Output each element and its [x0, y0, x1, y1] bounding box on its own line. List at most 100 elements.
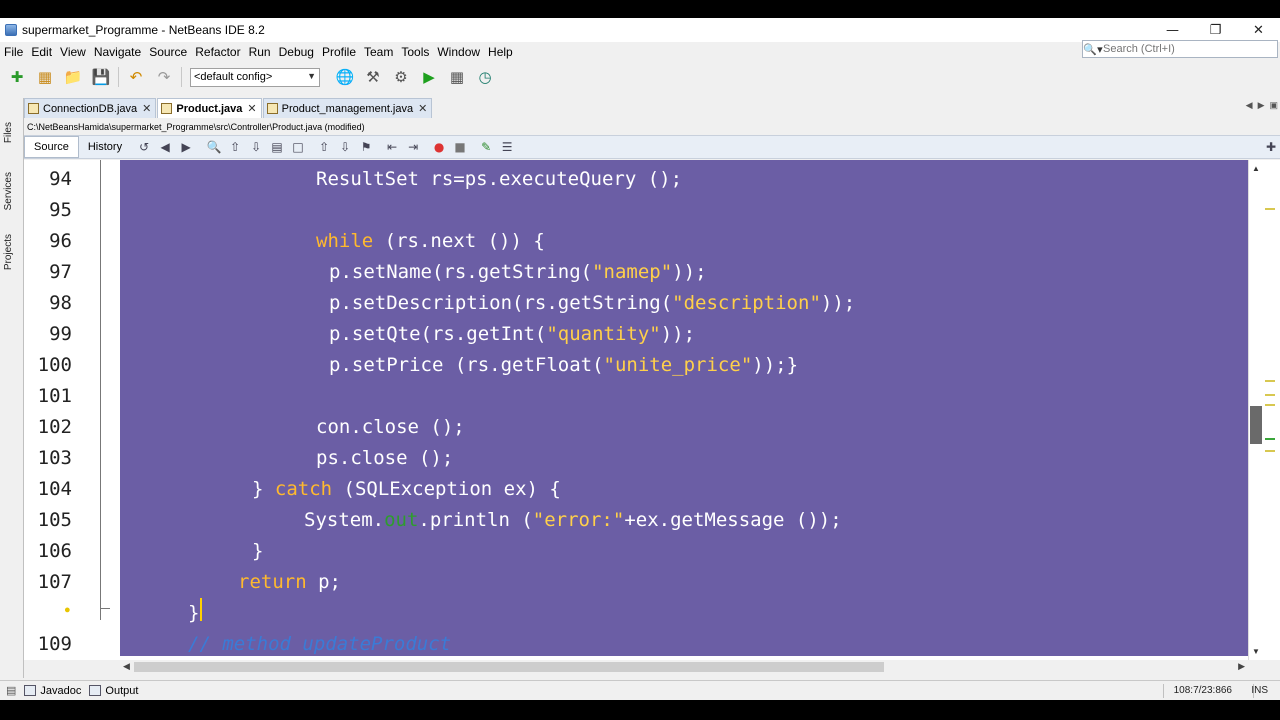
tab-left-icon[interactable]: ◀	[1246, 100, 1253, 111]
screen-top-border	[0, 0, 1280, 18]
menu-view[interactable]: View	[56, 45, 90, 59]
stop-macro-icon[interactable]: ■	[452, 139, 468, 155]
shift-left-icon[interactable]: ⇤	[384, 139, 400, 155]
line-number: 100	[37, 354, 72, 376]
tab-right-icon[interactable]: ▶	[1258, 100, 1265, 111]
toggle-rect-selection-icon[interactable]: □	[290, 139, 306, 155]
code-fold-guide	[100, 160, 101, 620]
status-separator	[1163, 683, 1164, 698]
code-editor[interactable]: 94 95 96 97 98 99 100 101 102 103 104 10…	[24, 160, 1280, 660]
side-tab-files[interactable]: Files	[3, 122, 14, 143]
history-tab[interactable]: History	[79, 136, 131, 158]
menu-team[interactable]: Team	[360, 45, 397, 59]
next-bookmark-icon[interactable]: ⇩	[337, 139, 353, 155]
error-stripe-marker[interactable]	[1265, 450, 1275, 452]
hint-bulb-icon[interactable]: ●	[64, 604, 71, 616]
output-window-button[interactable]: Output	[89, 685, 138, 697]
last-edit-icon[interactable]: ↺	[136, 139, 152, 155]
menu-run[interactable]: Run	[245, 45, 275, 59]
error-stripe-marker[interactable]	[1265, 208, 1275, 210]
line-number: 95	[49, 199, 72, 221]
forward-icon[interactable]: ▶	[178, 139, 194, 155]
close-icon[interactable]: ✕	[247, 102, 256, 115]
code-fold-end	[100, 608, 110, 609]
redo-icon[interactable]: ↷	[153, 66, 175, 88]
error-stripe-marker[interactable]	[1265, 438, 1275, 440]
error-stripe-marker[interactable]	[1265, 394, 1275, 396]
shift-right-icon[interactable]: ⇥	[405, 139, 421, 155]
toggle-highlight-icon[interactable]: ▤	[269, 139, 285, 155]
browser-globe-icon[interactable]: 🌐	[334, 66, 356, 88]
close-icon[interactable]: ✕	[142, 102, 151, 115]
error-stripe-marker[interactable]	[1265, 404, 1275, 406]
javadoc-window-button[interactable]: Javadoc	[24, 685, 81, 697]
toolbar-separator	[181, 67, 182, 87]
restore-button[interactable]: ❐	[1194, 18, 1237, 42]
new-file-icon[interactable]: ✚	[6, 66, 28, 88]
find-next-icon[interactable]: ⇩	[248, 139, 264, 155]
scrollbar-thumb[interactable]	[1250, 406, 1262, 444]
menu-navigate[interactable]: Navigate	[90, 45, 145, 59]
undo-icon[interactable]: ↶	[125, 66, 147, 88]
search-icon[interactable]: 🔍▾	[1083, 41, 1103, 57]
menu-help[interactable]: Help	[484, 45, 517, 59]
tab-list-icon[interactable]: ▣	[1269, 100, 1278, 111]
vertical-scrollbar[interactable]: ▲ ▼	[1248, 160, 1280, 660]
prev-bookmark-icon[interactable]: ⇧	[316, 139, 332, 155]
debug-icon[interactable]: ▦	[446, 66, 468, 88]
menu-window[interactable]: Window	[433, 45, 484, 59]
open-project-icon[interactable]: 📁	[62, 66, 84, 88]
uncomment-icon[interactable]: ☰	[499, 139, 515, 155]
scrollbar-thumb[interactable]	[134, 662, 884, 672]
text-caret	[200, 598, 202, 621]
error-stripe-marker[interactable]	[1265, 380, 1275, 382]
menu-file[interactable]: File	[0, 45, 27, 59]
profile-icon[interactable]: ◷	[474, 66, 496, 88]
scroll-down-icon[interactable]: ▼	[1252, 647, 1260, 656]
menu-edit[interactable]: Edit	[27, 45, 56, 59]
code-line-98: p.setDescription(rs.getString("descripti…	[329, 292, 856, 314]
source-tab[interactable]: Source	[24, 136, 79, 158]
record-macro-icon[interactable]: ●	[431, 139, 447, 155]
java-file-icon	[28, 103, 39, 114]
minimize-button[interactable]: —	[1151, 18, 1194, 42]
run-play-icon[interactable]: ▶	[418, 66, 440, 88]
menu-profile[interactable]: Profile	[318, 45, 360, 59]
side-tab-services[interactable]: Services	[3, 172, 14, 210]
toggle-bookmark-icon[interactable]: ⚑	[358, 139, 374, 155]
tab-label: Product_management.java	[281, 102, 414, 115]
horizontal-scrollbar[interactable]: ◀ ▶	[120, 660, 1249, 676]
close-icon[interactable]: ✕	[418, 102, 427, 115]
output-icon	[89, 685, 102, 696]
code-line-105: System.out.println ("error:"+ex.getMessa…	[304, 509, 842, 531]
find-icon[interactable]: 🔍	[206, 139, 222, 155]
clean-build-icon[interactable]: ⚙	[390, 66, 412, 88]
save-all-icon[interactable]: 💾	[90, 66, 112, 88]
build-hammer-icon[interactable]: ⚒	[362, 66, 384, 88]
new-project-icon[interactable]: ▦	[34, 66, 56, 88]
search-input[interactable]	[1103, 43, 1273, 55]
find-previous-icon[interactable]: ⇧	[227, 139, 243, 155]
tab-connectiondb[interactable]: ConnectionDB.java ✕	[24, 98, 157, 118]
menu-tools[interactable]: Tools	[397, 45, 433, 59]
back-icon[interactable]: ◀	[157, 139, 173, 155]
menu-source[interactable]: Source	[145, 45, 191, 59]
editor-frame: ConnectionDB.java ✕ Product.java ✕ Produ…	[23, 98, 1280, 678]
close-button[interactable]: ✕	[1237, 18, 1280, 42]
split-editor-icon[interactable]: ✚	[1263, 139, 1279, 155]
side-tab-projects[interactable]: Projects	[3, 234, 14, 270]
config-select[interactable]: <default config> ▼	[190, 67, 320, 87]
menu-debug[interactable]: Debug	[275, 45, 318, 59]
minimized-windows-icon[interactable]: ▤	[6, 684, 16, 697]
line-number: 105	[37, 509, 72, 531]
scroll-up-icon[interactable]: ▲	[1252, 164, 1260, 173]
comment-icon[interactable]: ✎	[478, 139, 494, 155]
tab-product[interactable]: Product.java ✕	[157, 98, 262, 118]
scroll-right-icon[interactable]: ▶	[1238, 661, 1245, 672]
line-number: 101	[37, 385, 72, 407]
code-line-108: }	[188, 602, 200, 624]
menu-refactor[interactable]: Refactor	[191, 45, 244, 59]
tab-product-management[interactable]: Product_management.java ✕	[262, 98, 433, 118]
code-line-96: while (rs.next ()) {	[316, 230, 545, 252]
scroll-left-icon[interactable]: ◀	[123, 661, 130, 672]
